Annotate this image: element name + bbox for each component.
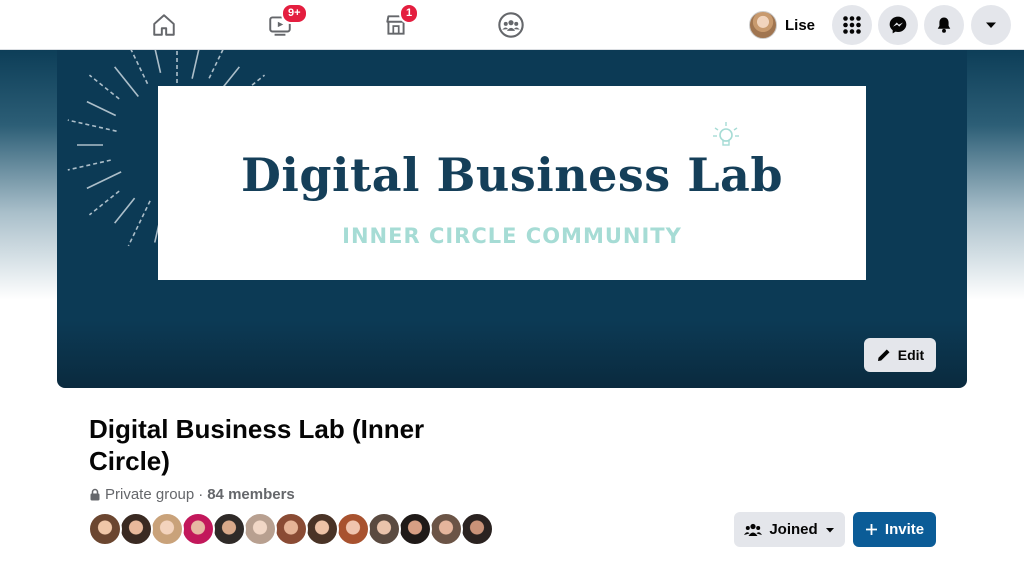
menu-button[interactable]	[832, 5, 872, 45]
sunburst-ray	[67, 119, 117, 132]
group-name[interactable]: Digital Business Lab (Inner Circle)	[89, 413, 469, 477]
edit-label: Edit	[897, 347, 925, 363]
sunburst-ray	[114, 197, 136, 224]
member-avatar[interactable]	[429, 512, 463, 546]
sunburst-ray	[130, 50, 149, 85]
privacy-label[interactable]: Private group	[105, 486, 194, 503]
caret-down-icon	[825, 527, 834, 532]
watch-badge: 9+	[281, 3, 308, 24]
cover-logo-card: Digital Business Lab INNER CIRCLE COMMUN…	[158, 86, 866, 280]
people-icon	[744, 523, 763, 536]
member-avatar[interactable]	[212, 512, 246, 546]
member-avatar[interactable]	[119, 512, 153, 546]
invite-label: Invite	[884, 521, 925, 538]
joined-button[interactable]: Joined	[734, 512, 845, 547]
sunburst-ray	[67, 159, 111, 171]
sunburst-ray	[208, 50, 224, 79]
member-avatar[interactable]	[336, 512, 370, 546]
group-meta: Private group · 84 members	[89, 485, 295, 503]
groups-icon[interactable]	[496, 10, 526, 40]
member-count[interactable]: 84 members	[207, 486, 295, 503]
member-avatar[interactable]	[88, 512, 122, 546]
account-button[interactable]	[971, 5, 1011, 45]
plus-icon	[865, 524, 877, 535]
sunburst-ray	[154, 50, 162, 74]
messenger-button[interactable]	[878, 5, 918, 45]
grid-icon	[843, 16, 861, 34]
caret-down-icon	[986, 22, 996, 28]
sunburst-ray	[114, 66, 139, 98]
member-avatar[interactable]	[181, 512, 215, 546]
member-avatar[interactable]	[150, 512, 184, 546]
cover-photo: Digital Business Lab INNER CIRCLE COMMUN…	[57, 50, 967, 388]
edit-cover-button[interactable]: Edit	[864, 338, 936, 372]
profile-chip[interactable]: Lise	[749, 8, 815, 42]
meta-separator: ·	[198, 485, 204, 503]
messenger-icon	[889, 16, 907, 34]
sunburst-ray	[88, 190, 120, 216]
sunburst-ray	[86, 171, 122, 190]
profile-name: Lise	[785, 16, 816, 34]
cover-subtitle: INNER CIRCLE COMMUNITY	[342, 224, 682, 248]
top-nav: 9+ 1 Lise	[0, 0, 1024, 50]
member-avatar[interactable]	[274, 512, 308, 546]
member-avatar[interactable]	[243, 512, 277, 546]
home-icon[interactable]	[149, 10, 179, 40]
member-avatar[interactable]	[398, 512, 432, 546]
cover-title: Digital Business Lab	[240, 148, 784, 202]
pencil-icon	[877, 349, 890, 361]
sunburst-ray	[127, 200, 151, 247]
sunburst-ray	[88, 74, 120, 100]
sunburst-ray	[86, 100, 117, 117]
joined-label: Joined	[769, 521, 818, 538]
watch-icon[interactable]: 9+	[265, 3, 308, 40]
member-avatars	[88, 512, 494, 548]
notifications-button[interactable]	[924, 5, 964, 45]
lock-icon	[90, 488, 100, 500]
member-avatar[interactable]	[460, 512, 494, 546]
bell-icon	[937, 17, 951, 33]
marketplace-badge: 1	[399, 3, 420, 24]
sunburst-ray	[191, 50, 200, 79]
member-avatar[interactable]	[367, 512, 401, 546]
member-avatar[interactable]	[305, 512, 339, 546]
invite-button[interactable]: Invite	[853, 512, 936, 547]
profile-avatar	[749, 11, 777, 39]
marketplace-icon[interactable]: 1	[381, 3, 420, 40]
